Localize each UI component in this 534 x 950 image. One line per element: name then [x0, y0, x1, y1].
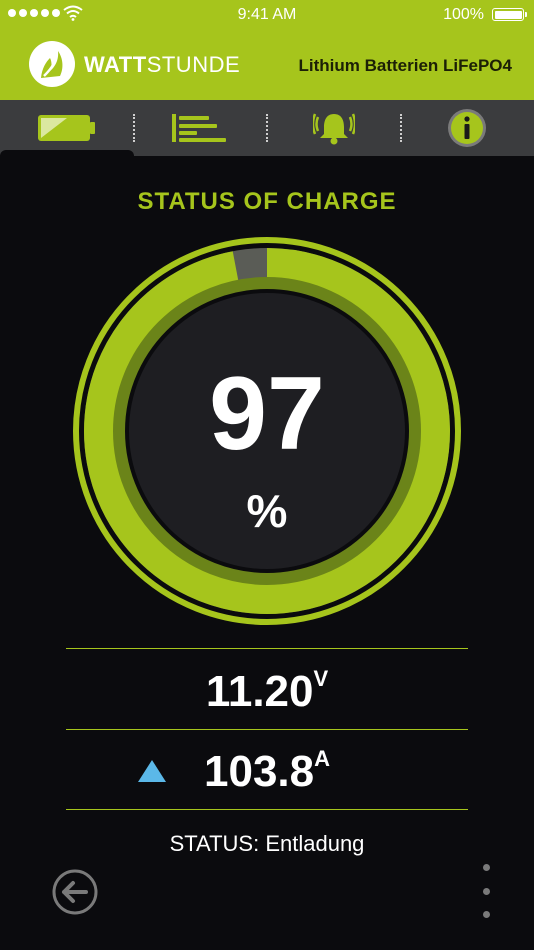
- page-title: STATUS OF CHARGE: [137, 188, 397, 215]
- divider-line: [66, 729, 468, 730]
- tab-alarm[interactable]: [267, 100, 400, 156]
- back-button[interactable]: [51, 868, 99, 916]
- charge-value: 97: [209, 356, 325, 472]
- tab-list[interactable]: [133, 100, 266, 156]
- battery-tab-icon: [37, 115, 95, 141]
- tab-bar: [0, 100, 534, 156]
- back-arrow-icon: [62, 881, 88, 903]
- active-tab-indicator: [0, 150, 134, 158]
- current-reading: 103.8A: [0, 747, 534, 796]
- wattstunde-logo-icon: [29, 41, 75, 87]
- list-bars-icon: [171, 114, 226, 142]
- current-unit: A: [314, 746, 330, 771]
- brand-name: WATTSTUNDE: [84, 52, 241, 77]
- battery-icon: [492, 8, 527, 21]
- info-icon: [447, 109, 486, 147]
- tab-battery[interactable]: [0, 100, 133, 156]
- alarm-bell-icon: [312, 113, 355, 145]
- more-vertical-icon: [482, 864, 490, 871]
- current-value: 103.8: [204, 747, 315, 796]
- charge-unit: %: [246, 485, 288, 537]
- tab-info[interactable]: [400, 100, 533, 156]
- product-title: Lithium Batterien LiFePO4: [298, 56, 512, 75]
- divider-line: [66, 648, 468, 649]
- status-bar: 9:41 AM 100%: [0, 0, 534, 30]
- status-text: STATUS: Entladung: [169, 831, 365, 856]
- status-battery-percent: 100%: [443, 6, 484, 23]
- divider-line: [66, 809, 468, 810]
- voltage-value: 11.20: [205, 667, 314, 716]
- app-header: 9:41 AM 100% WATTSTUNDE Lithium Batterie…: [0, 0, 534, 100]
- more-options-button[interactable]: [476, 864, 496, 918]
- voltage-unit: V: [313, 666, 329, 691]
- voltage-reading: 11.20V: [0, 667, 534, 716]
